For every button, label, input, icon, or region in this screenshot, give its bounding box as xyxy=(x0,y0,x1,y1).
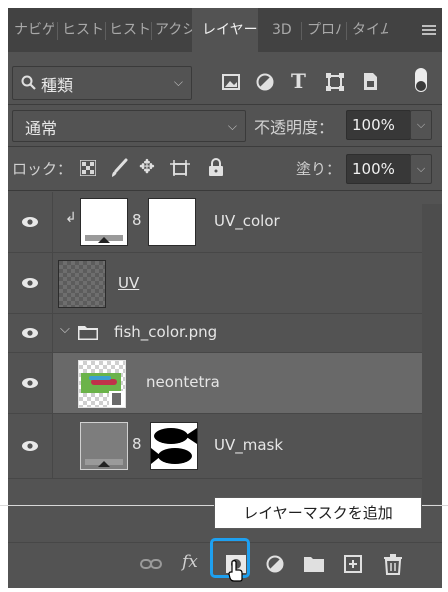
tab-layers[interactable]: レイヤー xyxy=(192,8,258,52)
clipping-arrow-icon: ↲ xyxy=(65,210,77,226)
tab-timeline[interactable]: タイム xyxy=(352,8,388,52)
blend-mode-label: 通常 xyxy=(25,119,58,138)
eye-icon xyxy=(22,278,38,288)
lock-image-pixels-icon[interactable] xyxy=(110,158,128,178)
visibility-toggle[interactable] xyxy=(8,314,53,352)
add-mask-tooltip: レイヤーマスクを追加 xyxy=(214,497,422,529)
layer-row-uv[interactable]: UV xyxy=(8,253,422,314)
tab-navigator[interactable]: ナビゲ xyxy=(14,8,54,52)
layer-name[interactable]: UV xyxy=(118,274,139,292)
tab-properties[interactable]: プロパ xyxy=(307,8,343,52)
lock-position-icon[interactable]: ✥ xyxy=(139,156,155,178)
type-filter-icon[interactable]: T xyxy=(291,69,306,93)
eye-icon xyxy=(22,378,38,388)
chevron-down-icon: ⌵ xyxy=(227,119,237,133)
opacity-input[interactable]: 100% xyxy=(346,110,411,140)
visibility-toggle[interactable] xyxy=(8,414,53,478)
mask-link-icon[interactable]: 8 xyxy=(132,211,142,229)
layer-name[interactable]: UV_color xyxy=(214,212,280,230)
adjustment-filter-icon[interactable] xyxy=(256,73,274,91)
mask-thumbnail[interactable] xyxy=(148,198,196,246)
fill-dropdown[interactable]: ⌵ xyxy=(410,154,432,184)
tab-3d[interactable]: 3D xyxy=(272,8,300,52)
new-group-icon[interactable] xyxy=(304,556,324,580)
smart-object-badge-icon xyxy=(109,391,125,407)
layer-list-scrollbar[interactable] xyxy=(422,204,442,504)
panel-tab-bar: ナビゲ ヒスト ヒスト アクシ レイヤー 3D プロパ タイム xyxy=(8,8,442,52)
fx-icon[interactable]: fx xyxy=(182,552,198,576)
filter-toggle-icon[interactable] xyxy=(415,68,427,94)
hand-cursor-icon xyxy=(228,560,243,582)
opacity-dropdown[interactable]: ⌵ xyxy=(410,110,432,140)
fill-input[interactable]: 100% xyxy=(346,154,411,184)
mask-thumbnail[interactable] xyxy=(150,422,198,470)
search-icon xyxy=(21,75,36,90)
adjustment-layer-icon[interactable] xyxy=(266,555,286,579)
visibility-toggle[interactable] xyxy=(8,253,53,313)
divider xyxy=(8,104,442,105)
blend-mode-dropdown[interactable]: 通常 ⌵ xyxy=(12,110,246,142)
divider xyxy=(8,190,442,191)
tab-history-1[interactable]: ヒスト xyxy=(62,8,102,52)
fish-mask-image xyxy=(151,428,197,464)
group-name[interactable]: fish_color.png xyxy=(114,323,217,341)
visibility-toggle[interactable] xyxy=(8,353,53,413)
layer-thumbnail[interactable] xyxy=(58,260,106,308)
fill-label: 塗り： xyxy=(296,160,342,178)
layer-name[interactable]: neontetra xyxy=(146,373,220,391)
eye-icon xyxy=(22,441,38,451)
layer-row-uv-color[interactable]: ↲ 8 UV_color xyxy=(8,192,422,253)
lock-all-icon[interactable] xyxy=(208,158,224,177)
filter-type-label: 種類 xyxy=(41,76,74,95)
visibility-toggle[interactable] xyxy=(8,192,53,252)
folder-icon xyxy=(78,326,98,340)
eye-icon xyxy=(22,217,38,227)
layer-name[interactable]: UV_mask xyxy=(214,436,283,454)
layer-row-neontetra[interactable]: neontetra xyxy=(8,353,422,414)
shape-filter-icon[interactable] xyxy=(326,73,344,91)
adjustment-thumbnail[interactable] xyxy=(80,198,128,246)
tab-actions[interactable]: アクシ xyxy=(155,8,195,52)
lock-label: ロック： xyxy=(12,160,73,178)
layer-list: ↲ 8 UV_color UV ⌵ fish_color.png neontet… xyxy=(8,192,442,542)
chevron-down-icon: ⌵ xyxy=(173,75,183,89)
panel-menu-icon[interactable] xyxy=(422,25,436,35)
lock-artboard-icon[interactable] xyxy=(170,158,190,178)
chevron-down-icon[interactable]: ⌵ xyxy=(60,322,70,337)
image-filter-icon[interactable] xyxy=(222,74,240,90)
lock-transparent-pixels-icon[interactable] xyxy=(80,160,96,176)
adjustment-thumbnail[interactable] xyxy=(80,422,128,470)
eye-icon xyxy=(22,328,38,338)
filter-type-dropdown[interactable]: 種類 ⌵ xyxy=(12,66,192,100)
new-layer-icon[interactable] xyxy=(344,555,362,579)
divider xyxy=(8,146,442,147)
link-layers-icon[interactable] xyxy=(140,557,162,581)
layer-row-group-fish-color[interactable]: ⌵ fish_color.png xyxy=(8,314,422,353)
smart-object-thumbnail[interactable] xyxy=(78,360,126,408)
layer-row-uv-mask[interactable]: 8 UV_mask xyxy=(8,414,422,479)
smart-object-filter-icon[interactable] xyxy=(362,72,379,91)
opacity-label: 不透明度： xyxy=(254,118,335,137)
mask-link-icon[interactable]: 8 xyxy=(132,435,142,453)
tab-history-2[interactable]: ヒスト xyxy=(109,8,149,52)
delete-icon[interactable] xyxy=(384,554,402,578)
